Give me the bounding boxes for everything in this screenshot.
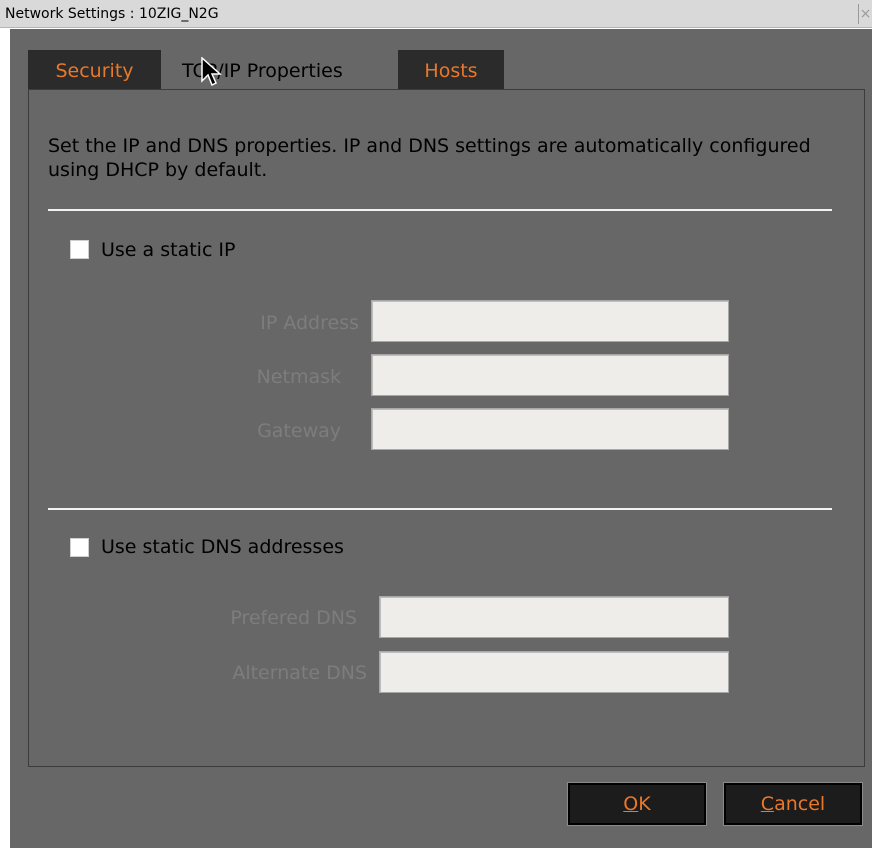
static-ip-checkbox[interactable] xyxy=(70,240,89,259)
ip-address-label: IP Address xyxy=(260,312,359,334)
close-icon[interactable]: × xyxy=(858,4,872,24)
panel-description: Set the IP and DNS properties. IP and DN… xyxy=(48,135,811,181)
cancel-button[interactable]: Cancel xyxy=(724,783,862,825)
tcpip-properties-panel: Set the IP and DNS properties. IP and DN… xyxy=(28,89,865,767)
static-dns-checkbox[interactable] xyxy=(70,538,89,557)
netmask-label: Netmask xyxy=(256,366,341,388)
gateway-input[interactable] xyxy=(371,408,729,450)
network-settings-dialog: Security TCP/IP Properties Hosts Set the… xyxy=(10,29,872,848)
alternate-dns-input[interactable] xyxy=(379,651,729,693)
static-dns-checkbox-label[interactable]: Use static DNS addresses xyxy=(101,536,344,558)
static-ip-checkbox-label[interactable]: Use a static IP xyxy=(101,239,235,261)
separator xyxy=(48,209,832,211)
preferred-dns-input[interactable] xyxy=(379,596,729,638)
title-bar: Network Settings : 10ZIG_N2G × xyxy=(0,0,872,28)
ok-label-rest: K xyxy=(638,793,651,815)
ok-mnemonic: O xyxy=(623,793,639,815)
tab-hosts[interactable]: Hosts xyxy=(398,50,504,90)
ip-address-input[interactable] xyxy=(371,300,729,342)
netmask-input[interactable] xyxy=(371,354,729,396)
cancel-label-rest: ancel xyxy=(774,793,826,815)
cancel-mnemonic: C xyxy=(760,793,775,815)
window-title: Network Settings : 10ZIG_N2G xyxy=(5,6,219,22)
separator xyxy=(48,508,832,510)
tab-security[interactable]: Security xyxy=(28,50,161,90)
ok-button[interactable]: OK xyxy=(568,783,706,825)
alternate-dns-label: Alternate DNS xyxy=(232,662,367,684)
gateway-label: Gateway xyxy=(257,420,341,442)
mouse-cursor-icon xyxy=(201,57,222,87)
preferred-dns-label: Prefered DNS xyxy=(230,607,357,629)
